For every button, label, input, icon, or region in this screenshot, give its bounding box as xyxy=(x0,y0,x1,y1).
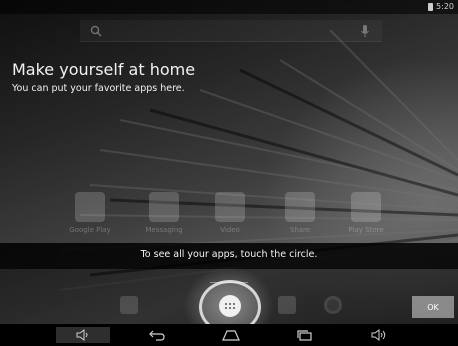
home-button[interactable] xyxy=(218,327,244,343)
app-label: Google Play xyxy=(69,226,111,234)
ok-button[interactable]: OK xyxy=(412,296,454,318)
volume-up-icon xyxy=(371,329,386,341)
mic-icon[interactable] xyxy=(360,24,370,38)
volume-down-button[interactable] xyxy=(56,327,110,343)
play-store-icon xyxy=(75,192,105,222)
dock-app-icon[interactable] xyxy=(324,296,342,314)
android-home-screen: 5:20 Make yourself at home You can put y… xyxy=(0,0,458,346)
app-shortcut[interactable]: Messaging xyxy=(134,192,194,234)
share-icon xyxy=(285,192,315,222)
volume-down-icon xyxy=(76,329,88,341)
app-label: Messaging xyxy=(145,226,183,234)
back-button[interactable] xyxy=(144,327,170,343)
battery-icon xyxy=(428,3,434,11)
all-apps-button[interactable] xyxy=(219,295,241,317)
status-bar: 5:20 xyxy=(0,0,458,14)
google-search-bar[interactable] xyxy=(80,20,382,42)
volume-up-button[interactable] xyxy=(366,327,392,343)
status-indicators: 5:20 xyxy=(428,2,454,12)
navigation-bar xyxy=(0,324,458,346)
play-store-icon xyxy=(351,192,381,222)
app-shortcut[interactable]: Google Play xyxy=(60,192,120,234)
app-label: Video xyxy=(220,226,240,234)
dock-app-icon[interactable] xyxy=(120,296,138,314)
app-label: Play Store xyxy=(348,226,384,234)
video-clapper-icon xyxy=(215,192,245,222)
app-shortcut[interactable]: Play Store xyxy=(336,192,396,234)
cling-subtitle: You can put your favorite apps here. xyxy=(12,83,185,94)
cling-title: Make yourself at home xyxy=(12,60,196,79)
recent-apps-icon xyxy=(297,330,312,341)
status-time: 5:20 xyxy=(436,2,454,11)
all-apps-hint: To see all your apps, touch the circle. xyxy=(140,249,318,260)
recent-apps-button[interactable] xyxy=(292,327,318,343)
favorite-apps-row: Google Play Messaging Video Share Play S… xyxy=(0,192,458,242)
home-icon xyxy=(222,330,240,341)
messaging-icon xyxy=(149,192,179,222)
search-icon xyxy=(90,25,102,37)
apps-grid-icon xyxy=(225,303,235,309)
app-shortcut[interactable]: Share xyxy=(270,192,330,234)
app-label: Share xyxy=(289,226,311,234)
app-shortcut[interactable]: Video xyxy=(200,192,260,234)
back-icon xyxy=(149,330,165,341)
